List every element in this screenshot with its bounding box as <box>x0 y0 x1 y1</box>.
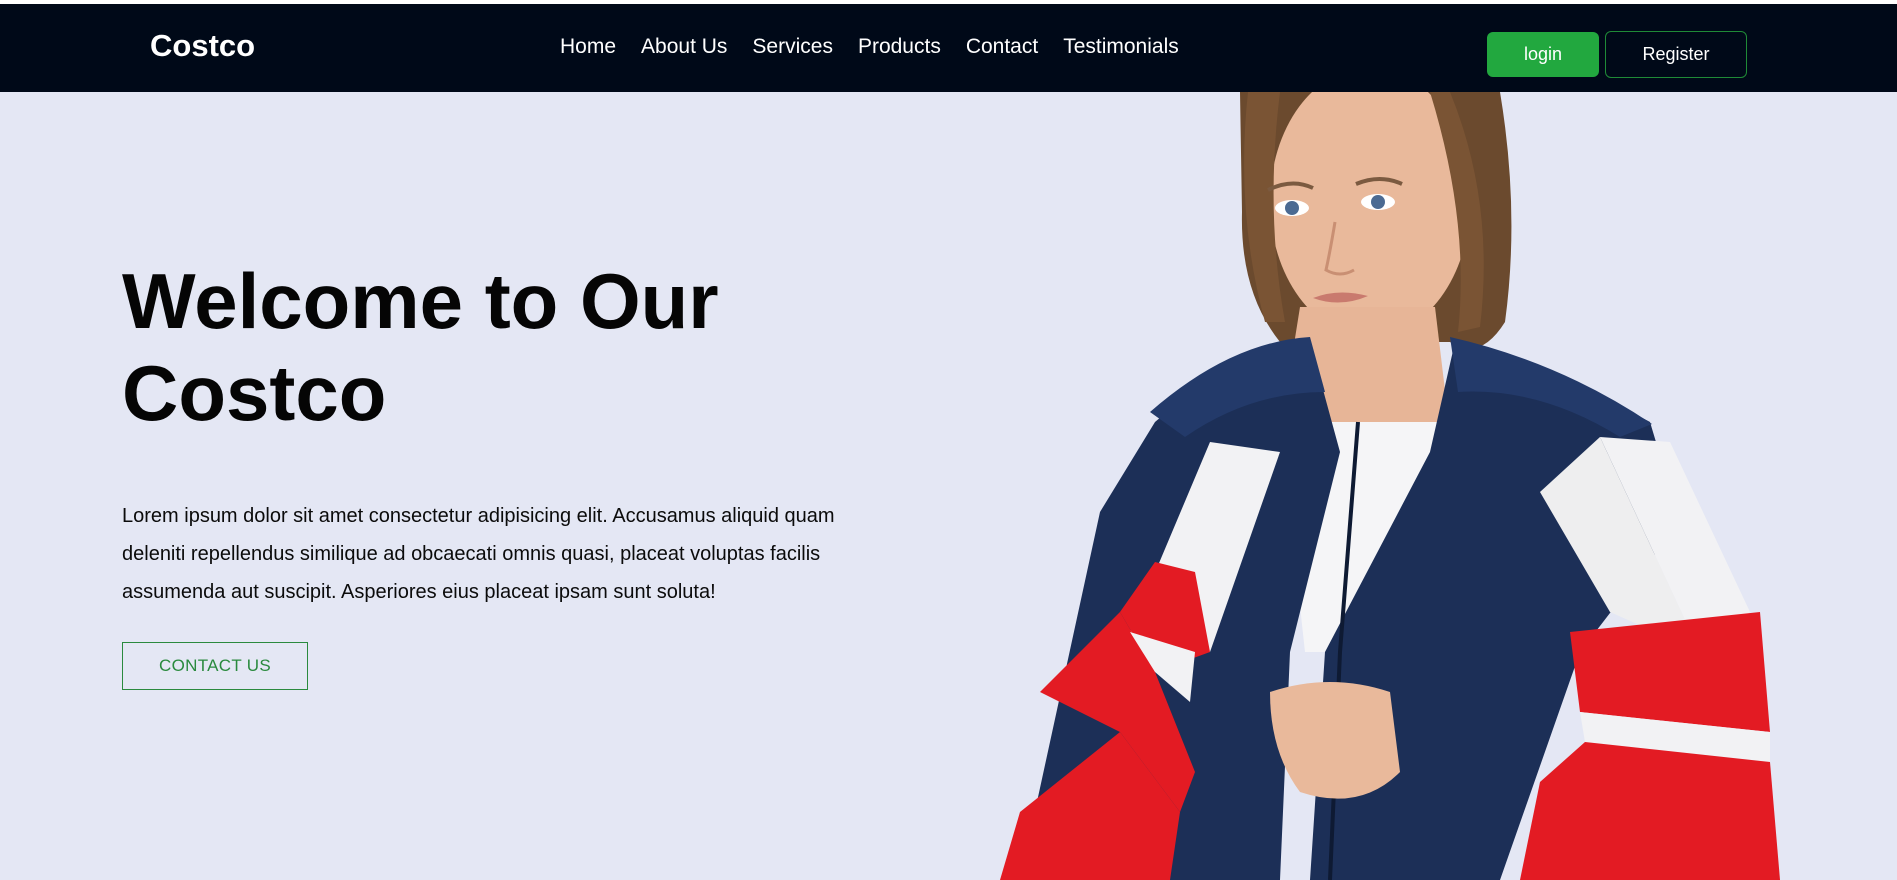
nav-link-home[interactable]: Home <box>560 35 616 59</box>
login-button[interactable]: login <box>1487 32 1599 77</box>
nav-link-about-us[interactable]: About Us <box>641 35 727 59</box>
hero-title-line1: Welcome to Our <box>122 257 719 345</box>
hero-title: Welcome to Our Costco <box>122 255 822 439</box>
contact-us-button[interactable]: CONTACT US <box>122 642 308 690</box>
hero-description: Lorem ipsum dolor sit amet consectetur a… <box>122 505 835 603</box>
hero-model-image <box>980 67 1780 880</box>
register-button[interactable]: Register <box>1605 31 1747 78</box>
brand-logo[interactable]: Costco <box>150 28 255 64</box>
nav-link-services[interactable]: Services <box>752 35 833 59</box>
nav-link-testimonials[interactable]: Testimonials <box>1063 35 1179 59</box>
nav-links: Home About Us Services Products Contact … <box>560 35 1179 59</box>
nav-link-products[interactable]: Products <box>858 35 941 59</box>
navbar: Costco Home About Us Services Products C… <box>0 4 1897 92</box>
hero-title-line2: Costco <box>122 349 387 437</box>
nav-link-contact[interactable]: Contact <box>966 35 1038 59</box>
